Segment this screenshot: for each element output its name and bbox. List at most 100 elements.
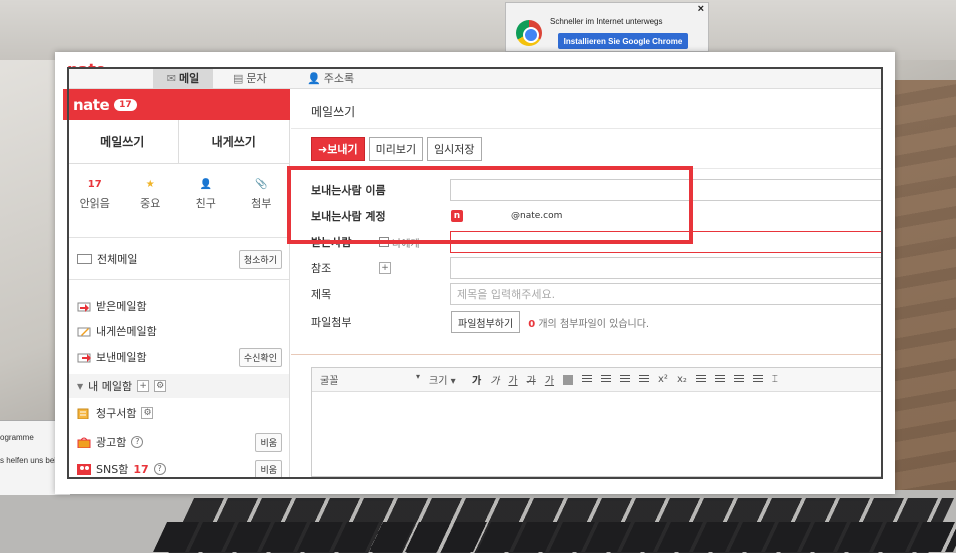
sidebar-item-label: 보낸메일함: [96, 351, 147, 364]
stat-important[interactable]: ★ 중요: [124, 179, 176, 229]
nate-logo[interactable]: nate: [73, 96, 110, 114]
attach-file-button[interactable]: 파일첨부하기: [451, 311, 521, 333]
preview-button[interactable]: 미리보기: [368, 137, 424, 161]
font-color-button[interactable]: 가: [545, 372, 554, 387]
save-draft-button[interactable]: 임시저장: [427, 137, 482, 161]
indent-icon[interactable]: [695, 375, 706, 384]
highlight-color-icon[interactable]: [563, 374, 574, 385]
empty-button[interactable]: 비움: [255, 432, 282, 452]
line-height-icon[interactable]: ⌶: [772, 374, 778, 385]
size-select[interactable]: 크기 ▾: [429, 372, 463, 387]
mail-screenshot-panel: nate ✉ 메일 ▤ 문자 👤 주소록 nate 17 메일쓰기 내게쓰기 1…: [55, 52, 895, 494]
bold-button[interactable]: 가: [472, 372, 481, 387]
gear-icon[interactable]: ⚙: [154, 380, 167, 392]
tab-label: 메일: [178, 72, 200, 85]
recipient-label: 받는사람: [311, 236, 352, 249]
cc-input[interactable]: [450, 257, 883, 279]
stat-unread[interactable]: 17 안읽음: [69, 179, 121, 229]
superscript-icon[interactable]: x²: [658, 374, 668, 385]
attach-label: 파일첨부: [311, 316, 352, 329]
tab-label: 문자: [246, 72, 267, 85]
sns-count: 17: [133, 462, 149, 476]
sender-name-row: 보내는사람 이름: [311, 179, 883, 201]
subject-input[interactable]: 제목을 입력해주세요.: [450, 283, 883, 305]
sidebar-item-self-mail[interactable]: 내게쓴메일함: [77, 320, 282, 342]
attach-note-text: 개의 첨부파일이 있습니다.: [538, 318, 650, 330]
align-justify-icon[interactable]: [639, 375, 650, 384]
sender-name-input[interactable]: [450, 179, 883, 201]
chrome-logo-icon: [516, 20, 542, 46]
page-title: 메일쓰기: [311, 105, 356, 119]
add-cc-icon[interactable]: +: [379, 262, 391, 274]
align-right-icon[interactable]: [620, 375, 631, 384]
sidebar-item-ads[interactable]: 광고함 ? 비움: [77, 431, 282, 453]
envelope-icon: [77, 254, 92, 264]
collapse-arrow-icon[interactable]: ▼: [77, 382, 83, 391]
bill-icon: [77, 408, 89, 419]
sidebar-item-label: 광고함: [96, 436, 127, 449]
sidebar-item-sns[interactable]: SNS함 17 ? 비움: [77, 458, 282, 480]
stat-label: 첨부: [251, 197, 272, 210]
compose-area: 메일쓰기 ➜보내기 미리보기 임시저장 보내는사람 이름 보내는사람 계정 n …: [291, 89, 883, 479]
gear-icon[interactable]: ⚙: [141, 407, 154, 419]
add-folder-icon[interactable]: +: [137, 380, 150, 392]
stat-friends[interactable]: 👤 친구: [180, 179, 232, 229]
sender-account-domain[interactable]: @nate.com: [511, 211, 562, 221]
help-icon[interactable]: ?: [153, 463, 166, 475]
chrome-ad-popup: Schneller im Internet unterwegs Installi…: [505, 2, 709, 52]
bullet-list-icon[interactable]: [733, 375, 744, 384]
font-select[interactable]: 굴꼴 ▾: [320, 372, 420, 387]
sender-account-label: 보내는사람 계정: [311, 210, 386, 223]
self-mail-icon: [77, 327, 91, 336]
sidebar-my-folders[interactable]: ▼ 내 메일함 + ⚙: [67, 374, 289, 398]
sidebar-item-bills[interactable]: 청구서함 ⚙: [77, 402, 282, 424]
tab-contacts[interactable]: 👤 주소록: [307, 67, 354, 89]
recipient-input[interactable]: [450, 231, 883, 253]
divider: [291, 354, 883, 355]
align-left-icon[interactable]: [582, 375, 593, 384]
install-chrome-button[interactable]: Installieren Sie Google Chrome: [558, 33, 688, 49]
sidebar-item-label: SNS함: [96, 463, 129, 476]
sidebar-item-all-mail[interactable]: 전체메일 청소하기: [77, 248, 282, 270]
outdent-icon[interactable]: [714, 375, 725, 384]
tab-sms[interactable]: ▤ 문자: [233, 67, 267, 89]
divider: [67, 279, 289, 280]
attach-note: 0 개의 첨부파일이 있습니다.: [528, 315, 649, 330]
numbered-list-icon[interactable]: [752, 375, 763, 384]
unread-count: 17: [87, 179, 102, 190]
stat-label: 친구: [195, 197, 216, 210]
send-button[interactable]: ➜보내기: [311, 137, 365, 161]
top-nav: ✉ 메일 ▤ 문자 👤 주소록: [67, 67, 883, 89]
empty-button[interactable]: 비움: [255, 459, 282, 479]
to-me-checkbox[interactable]: [379, 237, 389, 247]
editor-toolbar: 굴꼴 ▾ 크기 ▾ 가 가 가 가 가 x² x₂ ⌶: [312, 368, 883, 392]
sent-icon: [77, 353, 91, 362]
compose-toolbar: ➜보내기 미리보기 임시저장: [311, 137, 482, 161]
subject-row: 제목 제목을 입력해주세요.: [311, 283, 883, 305]
write-self-button[interactable]: 내게쓰기: [179, 120, 290, 163]
chrome-ad-text: Schneller im Internet unterwegs: [550, 17, 663, 26]
strikethrough-button[interactable]: 가: [527, 372, 536, 387]
stat-attachments[interactable]: 📎 첨부: [235, 179, 287, 229]
contacts-icon: 👤: [307, 71, 321, 85]
sidebar-item-label: 청구서함: [96, 407, 137, 420]
mail-editor[interactable]: 굴꼴 ▾ 크기 ▾ 가 가 가 가 가 x² x₂ ⌶: [311, 367, 883, 477]
sidebar-item-sent[interactable]: 보낸메일함 수신확인: [77, 346, 282, 368]
sidebar-item-inbox[interactable]: 받은메일함: [77, 295, 282, 317]
cc-row: 참조 +: [311, 257, 883, 279]
keyboard-keys-row: [153, 522, 956, 552]
italic-button[interactable]: 가: [490, 372, 499, 387]
tab-label: 주소록: [323, 72, 355, 85]
underline-button[interactable]: 가: [508, 372, 517, 387]
subscript-icon[interactable]: x₂: [677, 374, 687, 385]
clean-button[interactable]: 청소하기: [238, 249, 282, 269]
shopping-bag-icon: [77, 437, 91, 448]
align-center-icon[interactable]: [601, 375, 612, 384]
sidebar-item-label: 내 메일함: [88, 380, 133, 393]
write-mail-button[interactable]: 메일쓰기: [67, 120, 179, 163]
read-receipt-button[interactable]: 수신확인: [238, 347, 282, 367]
tab-mail[interactable]: ✉ 메일: [153, 67, 213, 89]
people-icon: [77, 463, 91, 475]
close-icon[interactable]: ×: [698, 3, 704, 15]
help-icon[interactable]: ?: [131, 436, 144, 448]
